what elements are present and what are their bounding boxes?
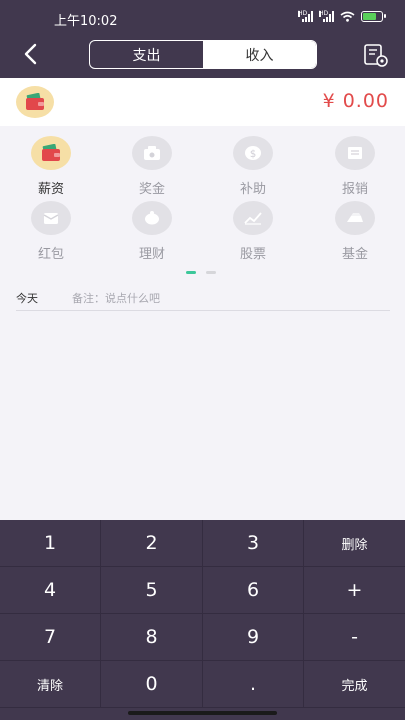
- amount-row: ¥ 0.00: [0, 78, 405, 126]
- category-fund[interactable]: 基金: [315, 201, 395, 262]
- key-delete[interactable]: 删除: [304, 520, 405, 567]
- signal-icon: HD: [298, 11, 313, 22]
- key-0[interactable]: 0: [101, 661, 203, 708]
- piggy-bank-icon: [132, 201, 172, 235]
- key-3[interactable]: 3: [203, 520, 304, 567]
- note-row: 今天: [16, 286, 390, 311]
- key-8[interactable]: 8: [101, 614, 203, 661]
- reimburse-ticket-icon: [335, 136, 375, 170]
- key-1[interactable]: 1: [0, 520, 101, 567]
- key-7[interactable]: 7: [0, 614, 101, 661]
- category-stock[interactable]: 股票: [213, 201, 293, 262]
- chevron-left-icon: [24, 43, 37, 65]
- svg-text:$: $: [250, 149, 256, 160]
- category-subsidy[interactable]: $ 补助: [213, 136, 293, 197]
- category-label: 红包: [37, 247, 64, 262]
- key-6[interactable]: 6: [203, 567, 304, 614]
- page-dot-active[interactable]: [186, 271, 196, 274]
- category-finance[interactable]: 理财: [112, 201, 192, 262]
- key-4[interactable]: 4: [0, 567, 101, 614]
- category-label: 报销: [341, 182, 368, 197]
- category-label: 股票: [239, 247, 266, 262]
- category-label: 基金: [341, 247, 368, 262]
- key-5[interactable]: 5: [101, 567, 203, 614]
- key-plus[interactable]: +: [304, 567, 405, 614]
- wifi-icon: [340, 11, 355, 22]
- page-dot[interactable]: [206, 271, 216, 274]
- category-salary[interactable]: 薪资: [11, 136, 91, 197]
- category-grid: 薪资 奖金 $ 补助 报销 红包 理财 股票 基金: [0, 126, 405, 266]
- note-input[interactable]: [72, 291, 372, 305]
- app-header: 上午10:02 HD HD 支出 收入: [0, 0, 405, 78]
- wallet-icon: [31, 136, 71, 170]
- key-9[interactable]: 9: [203, 614, 304, 661]
- key-done[interactable]: 完成: [304, 661, 405, 708]
- bill-settings-icon: [364, 44, 388, 67]
- bill-settings-button[interactable]: [363, 42, 389, 68]
- signal-icon: HD: [319, 11, 334, 22]
- category-label: 补助: [239, 182, 266, 197]
- back-button[interactable]: [16, 40, 44, 68]
- bonus-icon: [132, 136, 172, 170]
- category-label: 理财: [138, 247, 165, 262]
- battery-icon: [361, 11, 386, 22]
- subsidy-coin-icon: $: [233, 136, 273, 170]
- category-label: 奖金: [138, 182, 165, 197]
- stock-chart-icon: [233, 201, 273, 235]
- tab-expense[interactable]: 支出: [90, 41, 203, 68]
- key-2[interactable]: 2: [101, 520, 203, 567]
- home-indicator: [128, 711, 277, 715]
- red-envelope-icon: [31, 201, 71, 235]
- category-reimburse[interactable]: 报销: [315, 136, 395, 197]
- number-keypad: 1 2 3 删除 4 5 6 + 7 8 9 - 清除 0 . 完成: [0, 520, 405, 720]
- tab-income[interactable]: 收入: [203, 41, 316, 68]
- selected-category-icon: [16, 86, 54, 118]
- category-red-envelope[interactable]: 红包: [11, 201, 91, 262]
- page-indicator: [186, 271, 216, 274]
- key-dot[interactable]: .: [203, 661, 304, 708]
- fund-gold-icon: [335, 201, 375, 235]
- key-clear[interactable]: 清除: [0, 661, 101, 708]
- status-time: 上午10:02: [54, 14, 118, 29]
- wallet-icon: [26, 93, 44, 110]
- category-label: 薪资: [37, 182, 64, 197]
- key-minus[interactable]: -: [304, 614, 405, 661]
- category-bonus[interactable]: 奖金: [112, 136, 192, 197]
- date-picker[interactable]: 今天: [16, 290, 72, 306]
- status-indicators: HD HD: [298, 11, 386, 22]
- income-expense-toggle: 支出 收入: [89, 40, 317, 69]
- amount-display: ¥ 0.00: [322, 90, 389, 112]
